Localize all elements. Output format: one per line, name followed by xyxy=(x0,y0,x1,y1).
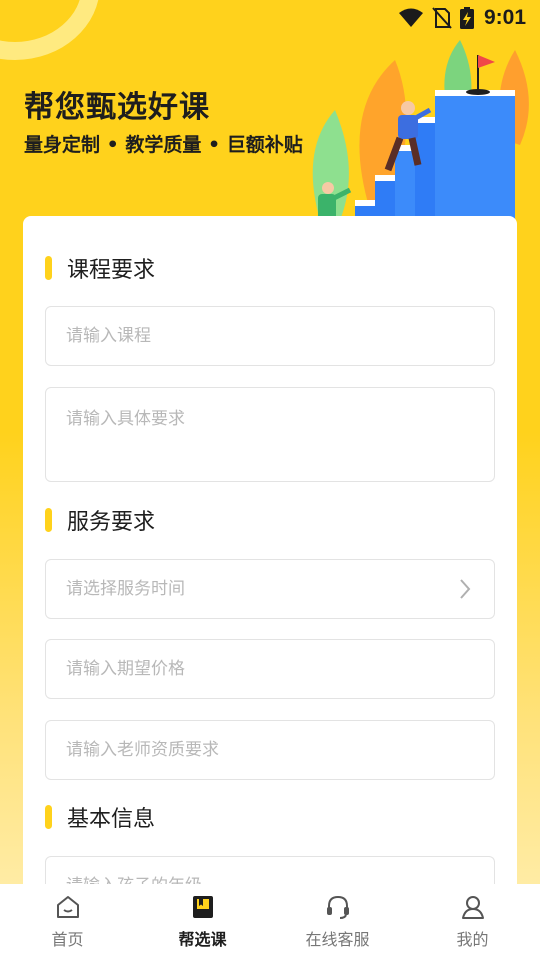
course-field xyxy=(45,306,495,366)
requirement-textarea[interactable] xyxy=(46,388,494,480)
book-icon xyxy=(192,896,213,918)
tab-label-customer-service: 在线客服 xyxy=(305,930,370,949)
bottom-tab-bar: 首页 帮选课 在线客服 我的 xyxy=(0,884,540,960)
headset-icon xyxy=(326,895,349,919)
hero-subtitle: 量身定制 • 教学质量 • 巨额补贴 xyxy=(24,134,303,156)
section-accent-bar xyxy=(45,256,52,280)
section-accent-bar xyxy=(45,508,52,532)
section-title-service: 服务要求 xyxy=(67,510,156,535)
tab-label-home: 首页 xyxy=(51,930,84,949)
battery-charging-icon xyxy=(459,7,474,29)
user-icon xyxy=(461,896,484,919)
chevron-right-icon xyxy=(460,579,471,599)
section-course: 课程要求 xyxy=(45,252,155,284)
section-title-basic: 基本信息 xyxy=(67,807,156,832)
course-input[interactable] xyxy=(46,307,494,365)
section-service: 服务要求 xyxy=(45,504,155,536)
tab-customer-service[interactable]: 在线客服 xyxy=(270,884,405,960)
tab-label-mine: 我的 xyxy=(456,930,489,949)
price-input[interactable] xyxy=(46,640,494,698)
no-sim-icon xyxy=(432,7,452,29)
app-screen: 9:01 帮您甄选好课 量身定制 • 教学质量 • 巨额补贴 课程要求 请输入课… xyxy=(0,0,540,960)
service-time-select[interactable]: 请选择服务时间 xyxy=(45,559,495,619)
price-field xyxy=(45,639,495,699)
hero-title: 帮您甄选好课 xyxy=(24,90,210,125)
status-time: 9:01 xyxy=(483,6,526,29)
tab-choose-course[interactable]: 帮选课 xyxy=(135,884,270,960)
section-title-course: 课程要求 xyxy=(67,258,156,283)
form-card: 课程要求 服务要求 请选择服务时间 基本信息 xyxy=(23,216,517,916)
section-basic: 基本信息 xyxy=(45,801,155,833)
home-icon xyxy=(56,896,79,918)
wifi-icon xyxy=(398,8,423,27)
service-time-placeholder: 请选择服务时间 xyxy=(66,579,185,599)
teacher-field xyxy=(45,720,495,780)
hero-illustration xyxy=(312,40,529,225)
requirement-field xyxy=(45,387,495,482)
tab-mine[interactable]: 我的 xyxy=(405,884,540,960)
tab-label-choose-course: 帮选课 xyxy=(178,930,227,949)
teacher-input[interactable] xyxy=(46,721,494,779)
tab-home[interactable]: 首页 xyxy=(0,884,135,960)
section-accent-bar xyxy=(45,805,52,829)
